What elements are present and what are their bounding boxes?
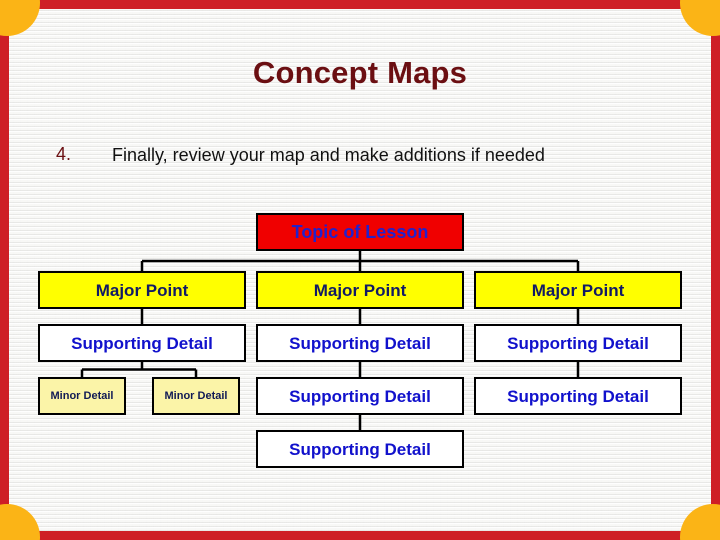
node-major-4: Major Point <box>474 271 682 309</box>
node-label: Major Point <box>313 280 407 300</box>
concept-map-diagram: Topic of Lesson Major Point Major Point Maj… <box>0 0 720 540</box>
node-label: Supporting Detail <box>289 333 431 353</box>
node-major-2: Major Point <box>38 271 246 309</box>
node-label: Topic of Lesson <box>291 222 429 242</box>
node-label: Supporting Detail <box>507 333 649 353</box>
node-topic-1: Topic of Lesson <box>256 213 464 251</box>
node-label: Minor Detail <box>50 389 114 402</box>
node-minor-9: Minor Detail <box>152 377 240 415</box>
node-major-3: Major Point <box>256 271 464 309</box>
node-support-5: Supporting Detail <box>38 324 246 362</box>
node-label: Minor Detail <box>164 389 228 402</box>
node-label: Supporting Detail <box>289 386 431 406</box>
node-support-6: Supporting Detail <box>256 324 464 362</box>
node-label: Supporting Detail <box>507 386 649 406</box>
node-label: Major Point <box>95 280 189 300</box>
node-label: Major Point <box>531 280 625 300</box>
node-support-11: Supporting Detail <box>474 377 682 415</box>
node-support-7: Supporting Detail <box>474 324 682 362</box>
node-label: Supporting Detail <box>289 439 431 459</box>
node-support-10: Supporting Detail <box>256 377 464 415</box>
node-label: Supporting Detail <box>71 333 213 353</box>
node-minor-8: Minor Detail <box>38 377 126 415</box>
slide-canvas: Concept Maps 4. Finally, review your map… <box>0 0 720 540</box>
node-support-12: Supporting Detail <box>256 430 464 468</box>
